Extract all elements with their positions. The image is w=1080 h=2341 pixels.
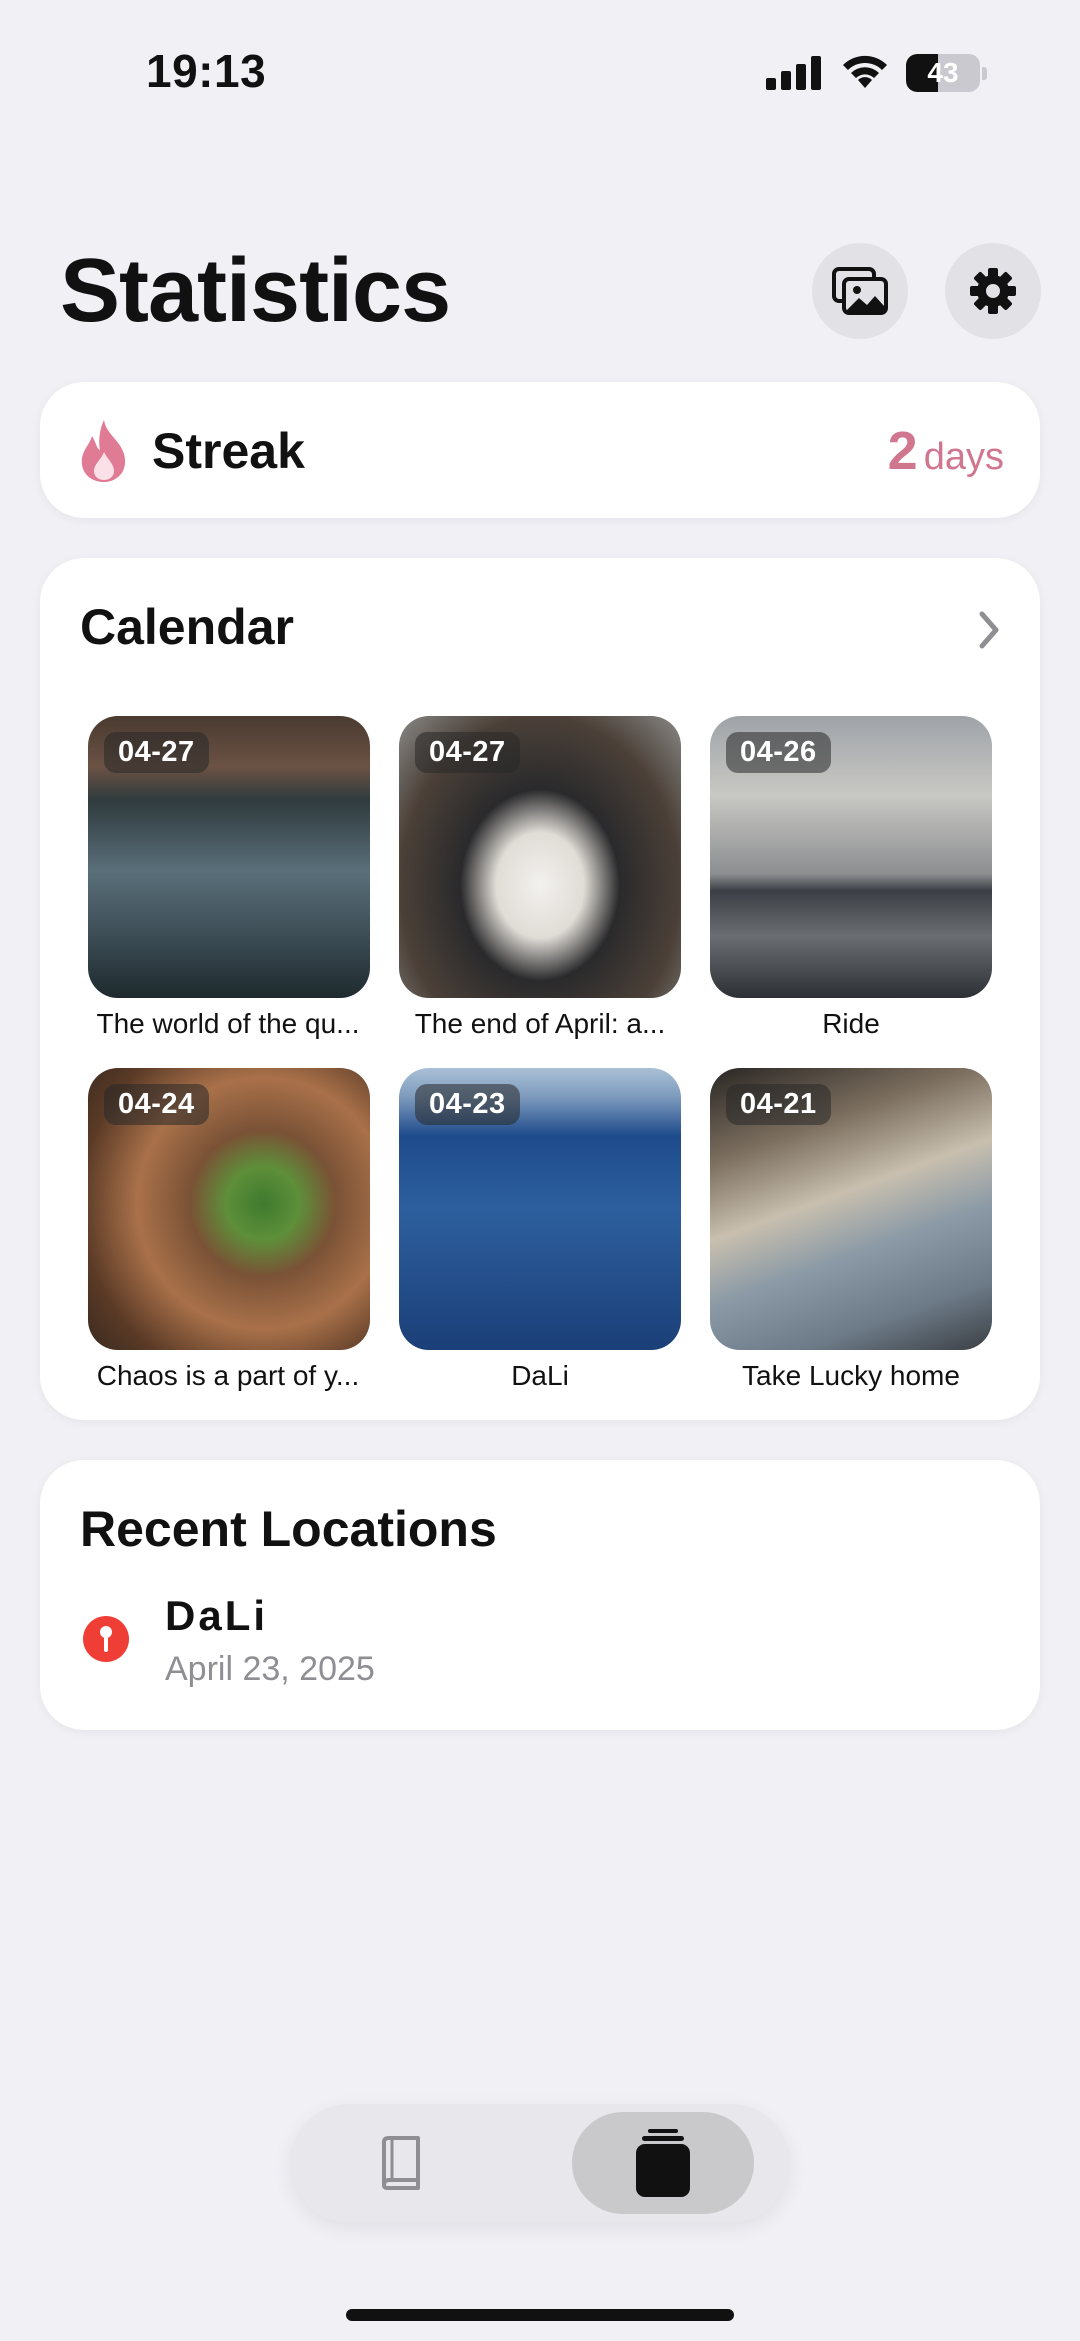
photo-caption: Ride [822,1008,880,1039]
stack-icon [636,2129,690,2197]
calendar-photo[interactable]: 04-21 [710,1068,992,1350]
home-indicator [346,2309,734,2321]
photo-caption: The end of April: a... [414,1008,666,1039]
date-badge: 04-27 [104,732,209,773]
calendar-photo[interactable]: 04-27 [88,716,370,998]
date-badge: 04-26 [726,732,831,773]
recent-locations-title: Recent Locations [80,1501,497,1557]
photo-caption: Take Lucky home [742,1360,960,1391]
status-bar: 19:13 43 [0,0,1080,140]
calendar-photo[interactable]: 04-23 [399,1068,681,1350]
gallery-button[interactable] [812,243,908,339]
recent-locations-card: Recent Locations DaLi April 23, 2025 [40,1460,1040,1730]
calendar-card: Calendar 04-27 The world of the qu... 04… [40,558,1040,1420]
date-badge: 04-21 [726,1084,831,1125]
flame-icon [81,420,126,482]
gear-icon [970,268,1016,314]
photo-caption: DaLi [511,1360,569,1391]
battery-level: 43 [927,57,959,88]
calendar-photo[interactable]: 04-27 [399,716,681,998]
streak-value: 2 days [888,420,1004,482]
photo-caption: Chaos is a part of y... [96,1360,360,1391]
status-time: 19:13 [146,45,267,97]
wifi-icon [843,55,887,88]
date-badge: 04-27 [415,732,520,773]
tab-bar [290,2104,790,2222]
page-title: Statistics [60,241,451,341]
book-icon [382,2136,420,2190]
calendar-title: Calendar [80,599,294,655]
photo-stack-icon [832,267,888,315]
photo-caption: The world of the qu... [96,1008,360,1039]
date-badge: 04-23 [415,1084,520,1125]
calendar-photo[interactable]: 04-24 [88,1068,370,1350]
tab-statistics[interactable] [572,2112,754,2214]
streak-card[interactable]: Streak 2 days [40,382,1040,518]
cellular-signal-icon [766,56,821,90]
location-date: April 23, 2025 [165,1650,375,1688]
location-name: DaLi [165,1592,269,1639]
map-pin-icon [83,1616,129,1662]
chevron-right-icon[interactable] [974,606,1004,654]
streak-label: Streak [152,423,305,479]
tab-journal[interactable] [320,2112,480,2214]
streak-count: 2 [887,421,918,481]
settings-button[interactable] [945,243,1041,339]
calendar-photo[interactable]: 04-26 [710,716,992,998]
streak-unit: days [923,436,1004,478]
battery-icon: 43 [906,54,987,92]
date-badge: 04-24 [104,1084,209,1125]
